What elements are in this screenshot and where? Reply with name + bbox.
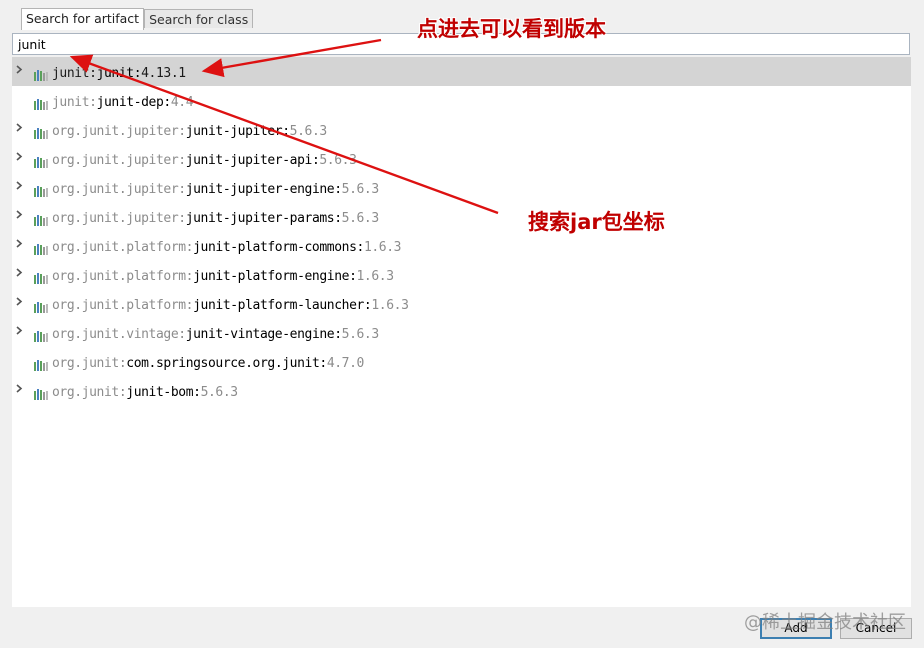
artifact-id: junit-jupiter-api:: [185, 153, 320, 168]
artifact-group: org.junit.jupiter:: [52, 124, 186, 139]
artifact-version: 5.6.3: [289, 124, 328, 139]
artifact-id: junit-platform-engine:: [193, 269, 357, 284]
artifact-id: junit:: [96, 66, 142, 81]
maven-artifact-icon: [34, 66, 48, 81]
artifact-coordinate: junit:junit-dep:4.4: [52, 95, 194, 110]
artifact-version: 5.6.3: [341, 182, 380, 197]
tab-bar: Search for artifact Search for class: [21, 8, 254, 30]
artifact-coordinate: org.junit.platform:junit-platform-common…: [52, 240, 401, 255]
artifact-version: 4.7.0: [326, 356, 365, 371]
chevron-right-icon[interactable]: [15, 297, 24, 306]
result-row[interactable]: org.junit:com.springsource.org.junit:4.7…: [12, 347, 911, 376]
artifact-id: junit-jupiter-params:: [185, 211, 342, 226]
tab-search-for-class[interactable]: Search for class: [144, 9, 254, 28]
artifact-id: junit-dep:: [96, 95, 172, 110]
artifact-version: 5.6.3: [200, 385, 239, 400]
result-row[interactable]: org.junit.jupiter:junit-jupiter:5.6.3: [12, 115, 911, 144]
result-row[interactable]: org.junit.jupiter:junit-jupiter-params:5…: [12, 202, 911, 231]
maven-artifact-icon: [34, 298, 48, 313]
result-row[interactable]: junit:junit:4.13.1: [12, 57, 911, 86]
artifact-id: junit-platform-launcher:: [193, 298, 372, 313]
artifact-version: 1.6.3: [363, 240, 402, 255]
artifact-id: junit-platform-commons:: [193, 240, 364, 255]
artifact-id: junit-jupiter-engine:: [185, 182, 342, 197]
maven-artifact-icon: [34, 153, 48, 168]
artifact-group: org.junit.platform:: [52, 298, 194, 313]
artifact-version: 4.13.1: [141, 66, 186, 81]
result-row[interactable]: org.junit.platform:junit-platform-common…: [12, 231, 911, 260]
maven-artifact-icon: [34, 385, 48, 400]
chevron-right-icon[interactable]: [15, 123, 24, 132]
result-row[interactable]: org.junit.jupiter:junit-jupiter-api:5.6.…: [12, 144, 911, 173]
result-row[interactable]: org.junit.jupiter:junit-jupiter-engine:5…: [12, 173, 911, 202]
maven-artifact-icon: [34, 269, 48, 284]
artifact-coordinate: org.junit.vintage:junit-vintage-engine:5…: [52, 327, 379, 342]
artifact-version: 1.6.3: [356, 269, 395, 284]
result-row[interactable]: org.junit.vintage:junit-vintage-engine:5…: [12, 318, 911, 347]
artifact-coordinate: org.junit.platform:junit-platform-launch…: [52, 298, 409, 313]
maven-artifact-icon: [34, 211, 48, 226]
artifact-group: org.junit.vintage:: [52, 327, 186, 342]
result-row[interactable]: org.junit:junit-bom:5.6.3: [12, 376, 911, 405]
artifact-id: junit-jupiter:: [185, 124, 290, 139]
artifact-version: 5.6.3: [341, 211, 380, 226]
artifact-coordinate: org.junit.jupiter:junit-jupiter:5.6.3: [52, 124, 327, 139]
annotation-search-coordinates: 搜索jar包坐标: [528, 210, 665, 234]
annotation-see-version: 点进去可以看到版本: [417, 17, 606, 41]
artifact-group: org.junit.platform:: [52, 240, 194, 255]
artifact-group: org.junit:: [52, 356, 127, 371]
maven-artifact-icon: [34, 356, 48, 371]
chevron-right-icon[interactable]: [15, 268, 24, 277]
tab-search-for-artifact[interactable]: Search for artifact: [21, 8, 145, 30]
artifact-coordinate: org.junit:com.springsource.org.junit:4.7…: [52, 356, 364, 371]
maven-artifact-icon: [34, 182, 48, 197]
artifact-coordinate: org.junit:junit-bom:5.6.3: [52, 385, 238, 400]
artifact-group: org.junit:: [52, 385, 127, 400]
chevron-right-icon[interactable]: [15, 152, 24, 161]
artifact-version: 4.4: [170, 95, 194, 110]
maven-artifact-icon: [34, 95, 48, 110]
artifact-coordinate: org.junit.platform:junit-platform-engine…: [52, 269, 394, 284]
artifact-group: junit:: [52, 95, 97, 110]
artifact-group: junit:: [52, 66, 97, 81]
chevron-right-icon[interactable]: [15, 239, 24, 248]
maven-artifact-icon: [34, 327, 48, 342]
chevron-right-icon[interactable]: [15, 181, 24, 190]
artifact-group: org.junit.jupiter:: [52, 182, 186, 197]
artifact-coordinate: junit:junit:4.13.1: [52, 66, 186, 81]
artifact-group: org.junit.jupiter:: [52, 153, 186, 168]
artifact-coordinate: org.junit.jupiter:junit-jupiter-engine:5…: [52, 182, 379, 197]
result-row[interactable]: org.junit.platform:junit-platform-launch…: [12, 289, 911, 318]
artifact-id: com.springsource.org.junit:: [126, 356, 327, 371]
chevron-right-icon[interactable]: [15, 384, 24, 393]
results-list[interactable]: junit:junit:4.13.1 junit:junit-dep:4.4 org…: [12, 57, 911, 607]
chevron-right-icon[interactable]: [15, 210, 24, 219]
chevron-right-icon[interactable]: [15, 65, 24, 74]
result-row[interactable]: org.junit.platform:junit-platform-engine…: [12, 260, 911, 289]
artifact-version: 1.6.3: [371, 298, 409, 313]
artifact-coordinate: org.junit.jupiter:junit-jupiter-api:5.6.…: [52, 153, 357, 168]
chevron-right-icon[interactable]: [15, 326, 24, 335]
maven-artifact-icon: [34, 240, 48, 255]
watermark: @稀土掘金技术社区: [744, 612, 906, 633]
artifact-group: org.junit.platform:: [52, 269, 194, 284]
artifact-group: org.junit.jupiter:: [52, 211, 186, 226]
artifact-version: 5.6.3: [341, 327, 380, 342]
artifact-coordinate: org.junit.jupiter:junit-jupiter-params:5…: [52, 211, 379, 226]
artifact-id: junit-bom:: [126, 385, 201, 400]
result-row[interactable]: junit:junit-dep:4.4: [12, 86, 911, 115]
maven-artifact-icon: [34, 124, 48, 139]
artifact-id: junit-vintage-engine:: [185, 327, 342, 342]
artifact-version: 5.6.3: [319, 153, 357, 168]
